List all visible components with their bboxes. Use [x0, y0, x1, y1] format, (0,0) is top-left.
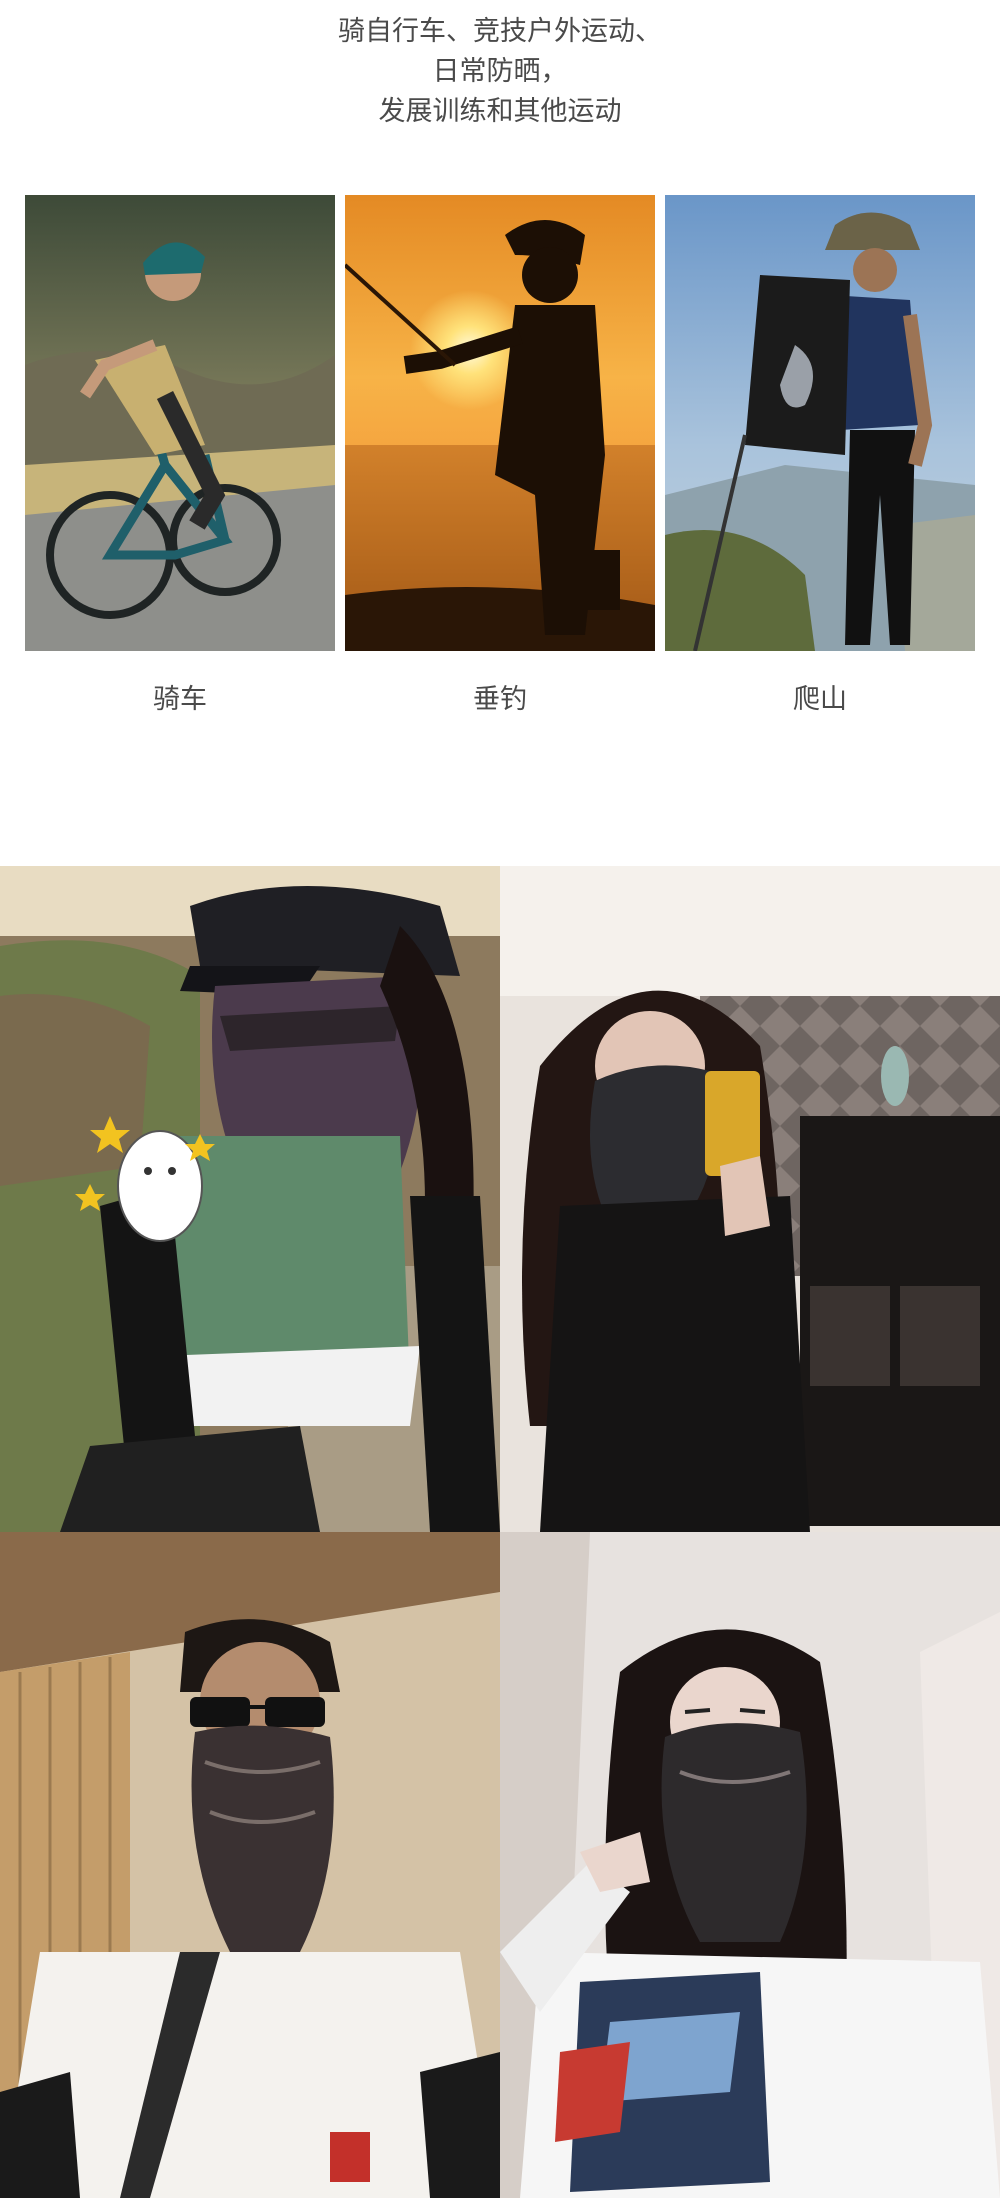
headline-line-3: 发展训练和其他运动 — [378, 96, 622, 127]
fishing-photo — [345, 195, 655, 651]
headline-line-1: 骑自行车、竞技户外运动、 — [338, 16, 662, 47]
caption-fishing: 垂钓 — [473, 684, 527, 715]
cyclist-selfie-photo — [0, 866, 500, 1532]
headline-line-2: 日常防晒， — [432, 56, 568, 87]
caption-cycling: 骑车 — [153, 684, 207, 715]
headline: 骑自行车、竞技户外运动、 日常防晒， 发展训练和其他运动 — [0, 12, 1000, 132]
cycling-photo — [25, 195, 335, 651]
hiking-photo — [665, 195, 975, 651]
woman-selfie-photo — [500, 1532, 1000, 2198]
caption-hiking: 爬山 — [793, 684, 847, 715]
mirror-selfie-photo — [500, 866, 1000, 1532]
man-selfie-photo — [0, 1532, 500, 2198]
